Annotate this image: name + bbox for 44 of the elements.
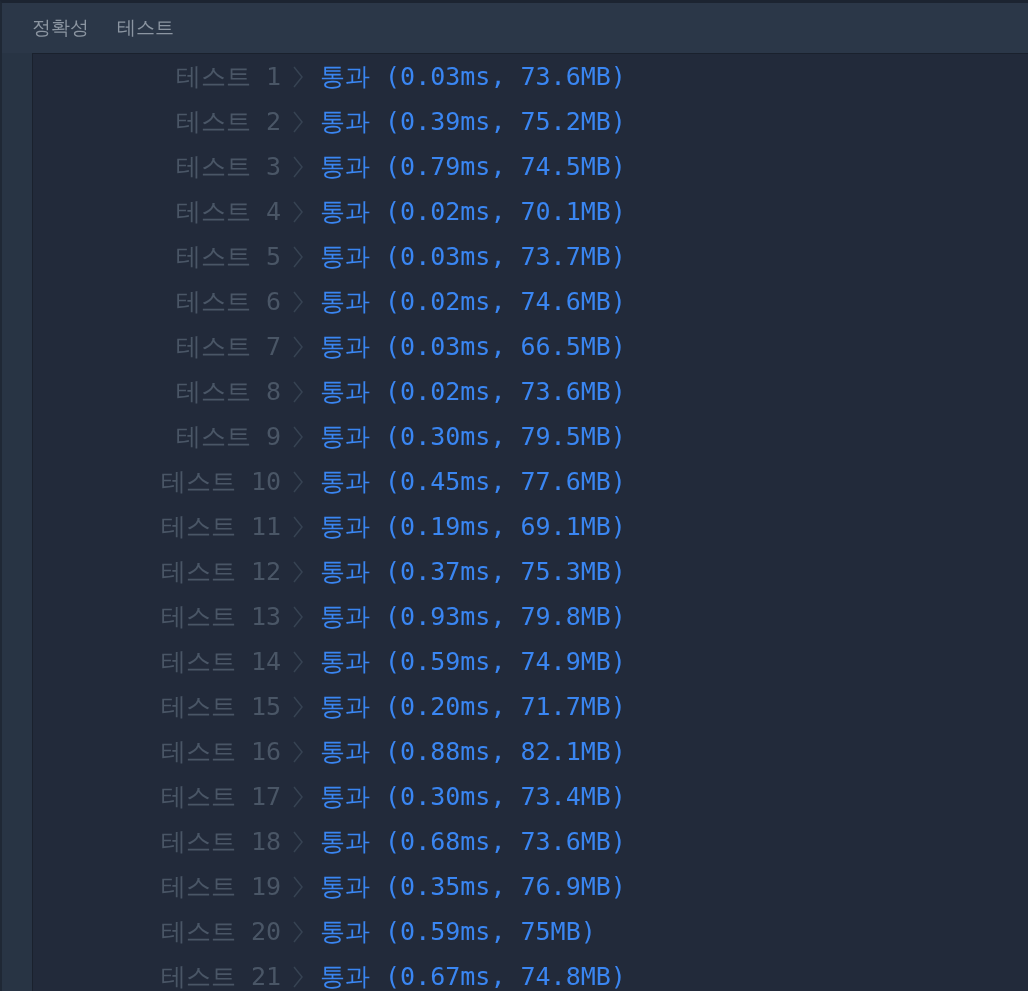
- test-result: 통과 (0.20ms, 71.7MB): [320, 691, 626, 723]
- test-result: 통과 (0.39ms, 75.2MB): [320, 106, 626, 138]
- chevron-right-icon: [293, 605, 303, 628]
- chevron-right-icon: [293, 650, 303, 673]
- test-result: 통과 (0.02ms, 73.6MB): [320, 376, 626, 408]
- chevron-right-icon: [293, 740, 303, 763]
- test-result: 통과 (0.59ms, 75MB): [320, 916, 596, 948]
- chevron-right-icon: [293, 335, 303, 358]
- chevron-right-icon: [293, 965, 303, 988]
- test-result: 통과 (0.68ms, 73.6MB): [320, 826, 626, 858]
- chevron-right-icon: [293, 515, 303, 538]
- test-result: 통과 (0.45ms, 77.6MB): [320, 466, 626, 498]
- chevron-right-icon: [293, 200, 303, 223]
- chevron-right-icon: [293, 425, 303, 448]
- chevron-right-icon: [293, 110, 303, 133]
- test-result: 통과 (0.03ms, 66.5MB): [320, 331, 626, 363]
- test-result: 통과 (0.02ms, 70.1MB): [320, 196, 626, 228]
- chevron-right-icon: [293, 65, 303, 88]
- test-result: 통과 (0.03ms, 73.7MB): [320, 241, 626, 273]
- test-result: 통과 (0.79ms, 74.5MB): [320, 151, 626, 183]
- test-result: 통과 (0.35ms, 76.9MB): [320, 871, 626, 903]
- chevron-right-icon: [293, 290, 303, 313]
- chevron-right-icon: [293, 920, 303, 943]
- chevron-right-icon: [293, 155, 303, 178]
- chevron-right-icon: [293, 785, 303, 808]
- chevron-right-icon: [293, 875, 303, 898]
- chevron-right-icon: [293, 830, 303, 853]
- test-result: 통과 (0.67ms, 74.8MB): [320, 961, 626, 991]
- test-result: 통과 (0.93ms, 79.8MB): [320, 601, 626, 633]
- test-result: 통과 (0.88ms, 82.1MB): [320, 736, 626, 768]
- chevron-right-icon: [293, 380, 303, 403]
- section-title: 테스트: [117, 15, 174, 40]
- chevron-right-icon: [293, 560, 303, 583]
- test-result: 통과 (0.59ms, 74.9MB): [320, 646, 626, 678]
- test-result: 통과 (0.03ms, 73.6MB): [320, 61, 626, 93]
- test-result: 통과 (0.37ms, 75.3MB): [320, 556, 626, 588]
- chevron-right-icon: [293, 470, 303, 493]
- chevron-right-icon: [293, 245, 303, 268]
- test-result: 통과 (0.30ms, 73.4MB): [320, 781, 626, 813]
- test-result: 통과 (0.30ms, 79.5MB): [320, 421, 626, 453]
- test-result: 통과 (0.02ms, 74.6MB): [320, 286, 626, 318]
- test-result: 통과 (0.19ms, 69.1MB): [320, 511, 626, 543]
- section-category: 정확성: [32, 15, 89, 40]
- chevron-right-icon: [293, 695, 303, 718]
